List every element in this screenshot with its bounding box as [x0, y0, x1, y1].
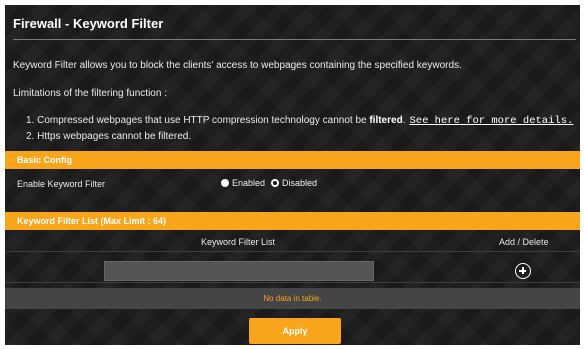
radio-disabled-label[interactable]: Disabled [282, 178, 317, 188]
keyword-filter-panel: Firewall - Keyword Filter Keyword Filter… [5, 5, 580, 345]
title-divider [13, 39, 576, 40]
row-divider [5, 251, 580, 252]
enable-keyword-filter-label: Enable Keyword Filter [17, 179, 106, 189]
intro-text: Keyword Filter allows you to block the c… [13, 60, 462, 71]
column-keyword-filter-list: Keyword Filter List [201, 237, 276, 247]
column-add-delete: Add / Delete [499, 237, 549, 247]
empty-table-message: No data in table. [5, 288, 580, 309]
keyword-input[interactable] [104, 261, 374, 281]
apply-button[interactable]: Apply [249, 318, 341, 344]
keyword-filter-list-header: Keyword Filter List (Max Limit : 64) [5, 212, 580, 230]
basic-config-header: Basic Config [5, 151, 580, 169]
more-details-link[interactable]: See here for more details. [409, 115, 573, 127]
limitation-1-bold: filtered [369, 115, 403, 126]
limitation-item-1: 1. Compressed webpages that use HTTP com… [26, 115, 573, 127]
page-title: Firewall - Keyword Filter [13, 16, 164, 31]
limitation-1-text: 1. Compressed webpages that use HTTP com… [26, 115, 370, 126]
radio-disabled[interactable] [271, 179, 280, 187]
limitation-1-suffix: . [402, 115, 406, 126]
limitation-item-2: 2. Https webpages cannot be filtered. [26, 131, 192, 142]
enable-keyword-filter-radios: Enabled Disabled [221, 178, 323, 188]
radio-enabled-label[interactable]: Enabled [232, 178, 265, 188]
add-circle-icon[interactable] [515, 263, 531, 279]
limitations-heading: Limitations of the filtering function : [13, 88, 167, 99]
radio-enabled[interactable] [221, 179, 229, 187]
row-divider [5, 282, 580, 283]
